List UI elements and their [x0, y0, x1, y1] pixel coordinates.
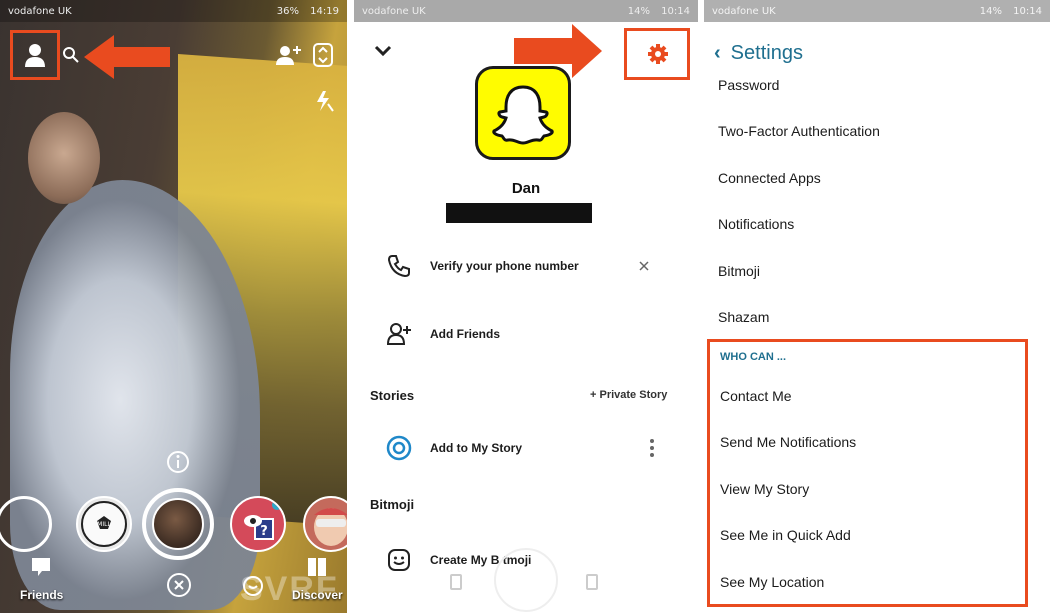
clock: 10:14 [661, 5, 690, 17]
settings-item-shazam[interactable]: Shazam [718, 309, 769, 325]
settings-item-see-location[interactable]: See My Location [720, 574, 824, 590]
page-title: Settings [730, 41, 803, 64]
add-friends-label: Add Friends [430, 327, 501, 341]
search-icon[interactable] [62, 46, 80, 64]
lens-football[interactable]: MILL [76, 496, 132, 552]
who-can-heading: WHO CAN ... [720, 351, 786, 363]
bitmoji-heading: Bitmoji [370, 497, 415, 512]
dismiss-icon[interactable] [638, 260, 650, 272]
discover-tab-ghost[interactable] [586, 574, 598, 590]
football-icon: MILL [81, 501, 127, 547]
camera-screen: vodafone UK 36% 14:19 MILL ? Friends SVR… [0, 0, 347, 613]
settings-item-quick-add[interactable]: See Me in Quick Add [720, 527, 851, 543]
status-bar: vodafone UK 36% 14:19 [0, 0, 347, 22]
verify-phone-label: Verify your phone number [430, 259, 579, 273]
chevron-down-icon[interactable] [374, 44, 392, 58]
pointer-arrow-left [84, 35, 170, 79]
discover-icon[interactable] [306, 556, 328, 578]
quiz-lens-icon: ? [244, 500, 282, 540]
battery-level: 14% [979, 5, 1002, 17]
friends-label[interactable]: Friends [20, 588, 63, 602]
clock: 14:19 [310, 5, 339, 17]
capture-button[interactable] [142, 488, 214, 560]
capture-preview [152, 498, 204, 550]
ball-label: MILL [97, 521, 111, 528]
display-name: Dan [511, 180, 541, 197]
lens-quiz[interactable]: ? [230, 496, 286, 552]
settings-item-send-notifications[interactable]: Send Me Notifications [720, 434, 856, 450]
discover-label[interactable]: Discover [292, 588, 343, 602]
bitmoji-icon [388, 549, 410, 571]
carrier-label: vodafone UK [362, 5, 426, 17]
add-to-story-row[interactable]: Add to My Story [354, 428, 698, 468]
battery-level: 36% [276, 5, 299, 17]
carrier-label: vodafone UK [8, 5, 72, 17]
settings-item-connected-apps[interactable]: Connected Apps [718, 170, 821, 186]
clock: 10:14 [1013, 5, 1042, 17]
settings-item-two-factor[interactable]: Two-Factor Authentication [718, 123, 880, 139]
gear-icon[interactable] [647, 43, 669, 65]
more-options-icon[interactable] [649, 438, 655, 458]
add-friends-row[interactable]: Add Friends [354, 314, 698, 354]
private-story-button[interactable]: + Private Story [590, 389, 667, 401]
settings-item-view-story[interactable]: View My Story [720, 481, 809, 497]
chat-tab-ghost[interactable] [450, 574, 462, 590]
chat-icon[interactable] [30, 556, 52, 578]
ghost-icon [492, 85, 554, 145]
settings-screen: vodafone UK 14% 10:14 ‹ Settings Passwor… [704, 0, 1050, 613]
carrier-label: vodafone UK [712, 5, 776, 17]
face-lens-icon [314, 508, 347, 546]
settings-item-contact-me[interactable]: Contact Me [720, 388, 792, 404]
settings-item-notifications[interactable]: Notifications [718, 216, 794, 232]
capture-button-ghost[interactable] [494, 548, 558, 612]
status-bar: vodafone UK 14% 10:14 [704, 0, 1050, 22]
add-friend-icon [386, 323, 411, 345]
stories-heading: Stories [370, 388, 415, 403]
add-friend-icon[interactable] [276, 44, 302, 66]
phone-icon [387, 255, 410, 278]
verify-phone-row[interactable]: Verify your phone number [354, 246, 698, 286]
flash-icon[interactable] [314, 90, 334, 112]
highlight-box [707, 339, 1028, 607]
settings-item-password[interactable]: Password [718, 77, 779, 93]
add-to-story-label: Add to My Story [430, 441, 522, 455]
back-chevron-icon[interactable]: ‹ [714, 42, 721, 65]
close-icon[interactable] [166, 572, 192, 598]
profile-icon[interactable] [24, 42, 46, 68]
flip-camera-icon[interactable] [312, 40, 334, 70]
svg-text:?: ? [260, 524, 268, 539]
settings-header: ‹ Settings [714, 38, 803, 68]
info-icon[interactable] [166, 450, 190, 474]
status-bar: vodafone UK 14% 10:14 [354, 0, 698, 22]
redacted-username [446, 203, 592, 223]
profile-screen: vodafone UK 14% 10:14 Dan Verify your ph… [354, 0, 698, 613]
camera-story-icon [386, 435, 412, 461]
snapcode-tile[interactable] [475, 66, 571, 160]
settings-item-bitmoji[interactable]: Bitmoji [718, 263, 760, 279]
person-head [28, 112, 100, 204]
battery-level: 14% [627, 5, 650, 17]
